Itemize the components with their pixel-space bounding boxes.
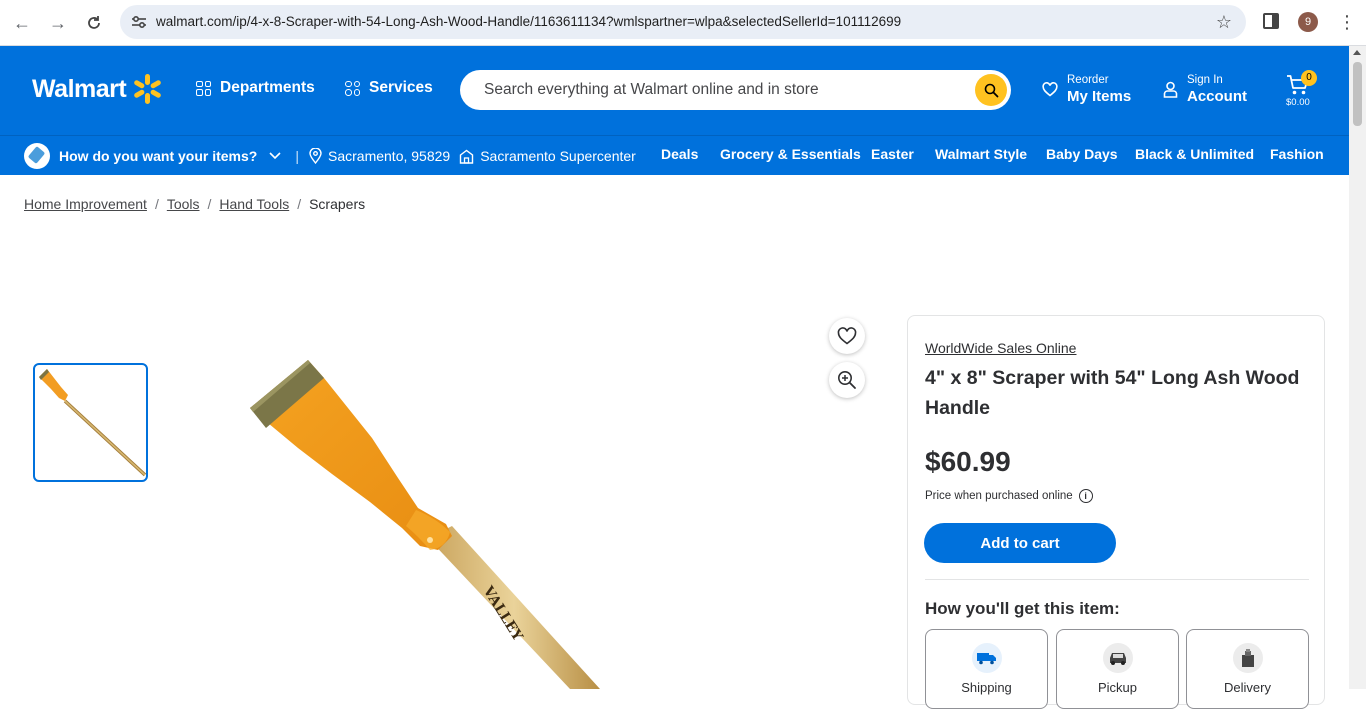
zoom-in-icon [838, 371, 856, 389]
store-text[interactable]: Sacramento Supercenter [480, 148, 636, 164]
breadcrumb: Home Improvement / Tools / Hand Tools / Scrape… [24, 196, 365, 212]
reload-icon[interactable] [80, 9, 108, 37]
reorder-label: Reorder [1067, 74, 1109, 86]
pickup-car-icon [1103, 643, 1133, 673]
breadcrumb-separator: / [297, 196, 302, 212]
search-button[interactable] [975, 74, 1007, 106]
my-items-label: My Items [1067, 88, 1132, 105]
fulfillment-heading: How you'll get this item: [925, 599, 1120, 618]
buy-box: WorldWide Sales Online 4" x 8" Scraper w… [907, 315, 1325, 709]
search-bar[interactable]: Search everything at Walmart online and … [460, 70, 1011, 110]
breadcrumb-separator: / [154, 196, 159, 212]
breadcrumb-separator: / [207, 196, 212, 212]
departments-button[interactable]: Departments [196, 79, 315, 97]
forward-arrow-icon[interactable]: → [44, 9, 72, 37]
scraper-thumbnail-image [39, 369, 146, 477]
services-icon [345, 80, 360, 96]
divider [925, 579, 1309, 580]
services-label: Services [369, 79, 433, 96]
zoom-button[interactable] [829, 362, 865, 398]
services-button[interactable]: Services [345, 79, 433, 97]
product-main-image[interactable]: VALLEY [240, 350, 620, 689]
nav-black-unlimited[interactable]: Black & Unlimited [1135, 146, 1254, 162]
walmart-logo[interactable]: Walmart [32, 74, 162, 104]
fulfillment-prompt: How do you want your items? [59, 148, 258, 164]
search-icon [984, 83, 998, 97]
url-text[interactable]: walmart.com/ip/4-x-8-Scraper-with-54-Lon… [156, 14, 901, 29]
product-title: 4" x 8" Scraper with 54" Long Ash Wood H… [925, 367, 1300, 419]
scraper-image: VALLEY [250, 360, 600, 689]
my-items-button[interactable]: Reorder My Items [1042, 73, 1131, 106]
heart-icon [837, 327, 857, 345]
breadcrumb-tools[interactable]: Tools [167, 196, 200, 212]
location-pin-icon [309, 148, 322, 164]
account-button[interactable]: Sign In Account [1163, 73, 1247, 106]
side-panel-icon[interactable] [1263, 13, 1279, 29]
search-input[interactable]: Search everything at Walmart online and … [484, 81, 819, 99]
add-to-cart-button[interactable]: Add to cart [924, 523, 1116, 563]
nav-fashion[interactable]: Fashion [1270, 146, 1324, 162]
fulfillment-icon [24, 143, 50, 169]
heart-icon [1042, 82, 1058, 97]
account-label: Account [1187, 88, 1247, 105]
nav-baby-days[interactable]: Baby Days [1046, 146, 1118, 162]
cart-button[interactable]: 0 $0.00 [1286, 70, 1317, 111]
divider: | [295, 148, 299, 164]
page-scrollbar[interactable] [1349, 46, 1366, 689]
nav-walmart-style[interactable]: Walmart Style [935, 146, 1027, 162]
sub-navigation: How do you want your items? | Sacramento… [0, 135, 1349, 175]
price-note-text: Price when purchased online [925, 490, 1073, 502]
product-price: $60.99 [925, 446, 1011, 477]
nav-grocery-essentials[interactable]: Grocery & Essentials [720, 146, 861, 162]
bookmark-star-icon[interactable]: ☆ [1216, 12, 1232, 33]
browser-menu-icon[interactable]: ⋮ [1338, 10, 1356, 34]
pickup-label: Pickup [1097, 680, 1138, 695]
user-icon [1163, 81, 1178, 98]
fulfillment-selector[interactable]: How do you want your items? | Sacramento… [24, 143, 636, 169]
add-to-favorites-button[interactable] [829, 318, 865, 354]
breadcrumb-hand-tools[interactable]: Hand Tools [219, 196, 289, 212]
address-bar[interactable]: walmart.com/ip/4-x-8-Scraper-with-54-Lon… [120, 5, 1246, 39]
browser-toolbar: ← → walmart.com/ip/4-x-8-Scraper-with-54… [0, 0, 1366, 46]
delivery-option[interactable]: Delivery [1186, 629, 1309, 709]
signin-label: Sign In [1187, 74, 1223, 86]
nav-easter[interactable]: Easter [871, 146, 914, 162]
shipping-label: Shipping [961, 680, 1012, 695]
grid-icon [196, 80, 211, 96]
logo-text: Walmart [32, 74, 127, 103]
store-icon [460, 149, 474, 164]
spark-icon [132, 74, 162, 104]
breadcrumb-current: Scrapers [309, 196, 366, 212]
nav-deals[interactable]: Deals [661, 146, 698, 162]
product-thumbnail[interactable] [33, 363, 148, 482]
shipping-option[interactable]: Shipping [925, 629, 1048, 709]
delivery-bag-icon [1233, 643, 1263, 673]
seller-link[interactable]: WorldWide Sales Online [925, 340, 1076, 356]
profile-avatar[interactable]: 9 [1298, 12, 1318, 32]
back-arrow-icon[interactable]: ← [8, 9, 36, 37]
cart-count-badge: 0 [1301, 70, 1317, 86]
price-note: Price when purchased online i [925, 489, 1093, 503]
site-header: Walmart Departments Services Search ever… [0, 46, 1349, 135]
info-icon[interactable]: i [1078, 489, 1093, 503]
location-text[interactable]: Sacramento, 95829 [328, 148, 450, 164]
cart-total: $0.00 [1286, 97, 1310, 108]
site-info-icon[interactable] [130, 13, 148, 31]
scroll-up-arrow-icon[interactable] [1353, 50, 1361, 55]
scrollbar-thumb[interactable] [1353, 62, 1362, 126]
shipping-truck-icon [972, 643, 1002, 673]
chevron-down-icon [269, 152, 281, 160]
departments-label: Departments [220, 79, 315, 96]
breadcrumb-home-improvement[interactable]: Home Improvement [24, 196, 147, 212]
delivery-label: Delivery [1224, 680, 1271, 695]
pickup-option[interactable]: Pickup [1056, 629, 1179, 709]
